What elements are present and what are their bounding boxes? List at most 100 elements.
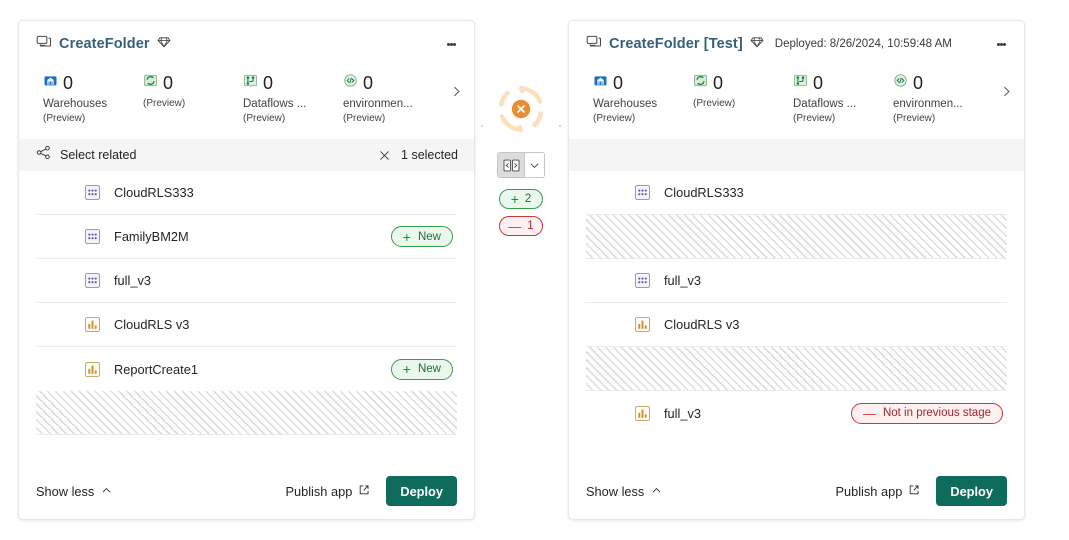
stage-card-target: CreateFolder [Test] Deployed: 8/26/2024,… [568, 20, 1025, 520]
report-icon [84, 361, 101, 378]
select-related-button[interactable]: Select related [36, 145, 136, 165]
select-related-bar: Select related 1 selected [19, 139, 474, 171]
stat-sublabel: (Preview) [343, 112, 443, 125]
stat-count: 0 [713, 74, 723, 92]
stat-label: environmen... [343, 97, 443, 112]
mirrored-database-icon [143, 73, 158, 93]
removed-count-badge: — 1 [499, 216, 543, 236]
minus-icon: — [863, 407, 876, 420]
stat-count: 0 [363, 74, 373, 92]
list-item-name: CloudRLS v3 [114, 317, 189, 332]
workspace-stacked-monitors-icon [586, 34, 602, 55]
list-item[interactable]: CloudRLS333 [586, 171, 1007, 215]
show-less-button[interactable]: Show less [36, 484, 112, 499]
stat-environments[interactable]: 0 environmen... (Preview) [343, 72, 443, 125]
publish-app-link[interactable]: Publish app [835, 484, 920, 499]
open-in-new-icon [908, 484, 920, 499]
semantic-model-icon [84, 228, 101, 245]
plus-icon: + [403, 230, 411, 244]
warehouse-icon [43, 73, 58, 93]
dataflow-gen2-icon [793, 73, 808, 93]
semantic-model-icon [84, 272, 101, 289]
deploy-button[interactable]: Deploy [936, 476, 1007, 506]
stat-warehouses[interactable]: 0 Warehouses (Preview) [43, 72, 143, 125]
stat-count: 0 [813, 74, 823, 92]
placeholder-row [586, 215, 1007, 259]
chevron-down-icon[interactable] [525, 153, 544, 177]
stat-label: Warehouses [593, 97, 693, 112]
show-less-label: Show less [36, 484, 94, 499]
report-icon [634, 405, 651, 422]
select-related-icon [36, 145, 51, 165]
premium-gem-icon [157, 35, 171, 54]
report-icon [84, 316, 101, 333]
placeholder-row [36, 391, 457, 435]
artifact-list: CloudRLS333 full_v3 [569, 171, 1024, 463]
more-vertical-icon[interactable] [440, 31, 462, 57]
list-item[interactable]: CloudRLS v3 [36, 303, 457, 347]
list-item-name: full_v3 [664, 273, 701, 288]
status-badge: + New [391, 359, 453, 380]
artifact-stats-row: 0 Warehouses (Preview) [19, 67, 474, 139]
removed-count: 1 [527, 220, 533, 232]
chevron-up-icon [651, 484, 662, 499]
open-in-new-icon [358, 484, 370, 499]
stat-environments[interactable]: 0 environmen... (Preview) [893, 72, 993, 125]
list-item-name: full_v3 [114, 273, 151, 288]
compare-error-circular-arrows-icon [490, 78, 552, 140]
change-summary-badges: + 2 — 1 [490, 189, 552, 236]
deployed-timestamp: Deployed: 8/26/2024, 10:59:48 AM [775, 38, 952, 50]
list-item[interactable]: full_v3 [586, 259, 1007, 303]
publish-app-label: Publish app [285, 484, 352, 499]
publish-app-link[interactable]: Publish app [285, 484, 370, 499]
list-item-name: full_v3 [664, 406, 701, 421]
stat-sublabel: (Preview) [143, 97, 243, 110]
list-item-name: FamilyBM2M [114, 229, 189, 244]
list-item[interactable]: FamilyBM2M + New [36, 215, 457, 259]
page-title[interactable]: CreateFolder [59, 36, 150, 52]
card-footer: Show less Publish app Deploy [19, 463, 474, 519]
artifact-list: CloudRLS333 FamilyBM2M + New [19, 171, 474, 463]
show-less-label: Show less [586, 484, 644, 499]
card-header: CreateFolder [19, 21, 474, 67]
semantic-model-icon [634, 272, 651, 289]
close-icon[interactable] [377, 148, 392, 163]
premium-gem-icon [750, 35, 764, 54]
mirrored-database-icon [693, 73, 708, 93]
stat-sublabel: (Preview) [793, 112, 893, 125]
stat-count: 0 [63, 74, 73, 92]
environment-code-icon [343, 73, 358, 93]
compare-view-toggle [497, 152, 545, 178]
side-by-side-compare-icon[interactable] [498, 153, 525, 177]
stat-dataflows[interactable]: 0 Dataflows ... (Preview) [793, 72, 893, 125]
list-item[interactable]: full_v3 [36, 259, 457, 303]
more-vertical-icon[interactable] [990, 31, 1012, 57]
chevron-right-icon[interactable] [446, 81, 466, 101]
stat-mirrored-databases[interactable]: 0 (Preview) [143, 72, 243, 110]
status-badge: + New [391, 226, 453, 247]
page-title[interactable]: CreateFolder [Test] [609, 36, 743, 52]
stat-count: 0 [613, 74, 623, 92]
stat-count: 0 [263, 74, 273, 92]
deploy-button[interactable]: Deploy [386, 476, 457, 506]
semantic-model-icon [84, 184, 101, 201]
warehouse-icon [593, 73, 608, 93]
list-item[interactable]: CloudRLS v3 [586, 303, 1007, 347]
list-item-name: ReportCreate1 [114, 362, 198, 377]
semantic-model-icon [634, 184, 651, 201]
chevron-right-icon[interactable] [996, 81, 1016, 101]
stat-sublabel: (Preview) [893, 112, 993, 125]
show-less-button[interactable]: Show less [586, 484, 662, 499]
list-item[interactable]: CloudRLS333 [36, 171, 457, 215]
stat-count: 0 [163, 74, 173, 92]
status-badge-label: New [418, 363, 441, 375]
stat-mirrored-databases[interactable]: 0 (Preview) [693, 72, 793, 110]
list-item[interactable]: full_v3 — Not in previous stage [586, 391, 1007, 435]
list-item[interactable]: ReportCreate1 + New [36, 347, 457, 391]
status-badge: — Not in previous stage [851, 403, 1003, 424]
stat-warehouses[interactable]: 0 Warehouses (Preview) [593, 72, 693, 125]
select-related-label: Select related [60, 148, 136, 162]
stat-dataflows[interactable]: 0 Dataflows ... (Preview) [243, 72, 343, 125]
added-count-badge: + 2 [499, 189, 543, 209]
stat-label: Dataflows ... [243, 97, 343, 112]
